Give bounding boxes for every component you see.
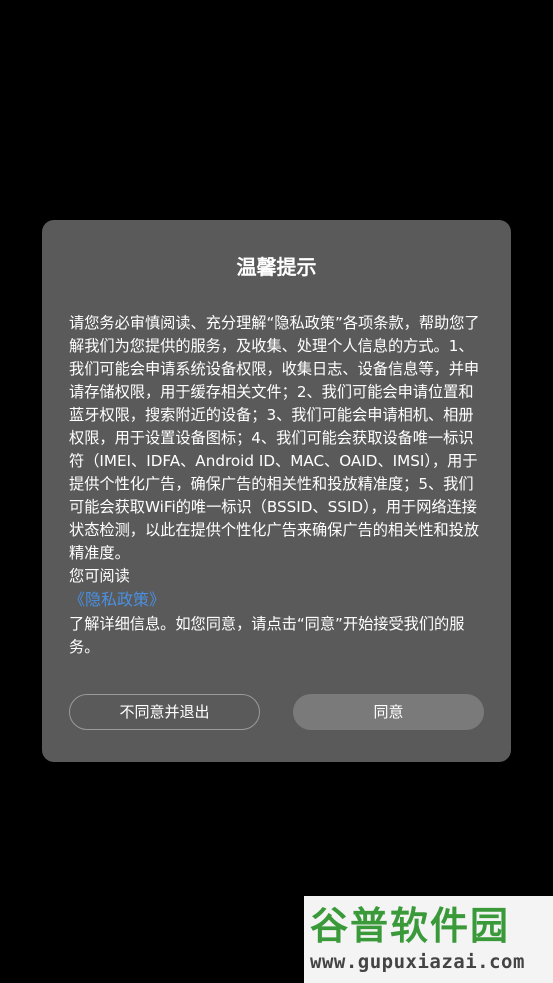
privacy-policy-link[interactable]: 《隐私政策》 — [69, 588, 484, 611]
watermark-url: www.gupuxiazai.com — [310, 951, 525, 973]
accept-button[interactable]: 同意 — [293, 694, 484, 730]
dialog-body: 请您务必审慎阅读、充分理解“隐私政策”各项条款，帮助您了解我们为您提供的服务，及… — [69, 312, 484, 659]
read-prompt-text: 您可阅读 — [69, 567, 130, 585]
privacy-intro-text: 请您务必审慎阅读、充分理解“隐私政策”各项条款，帮助您了解我们为您提供的服务，及… — [69, 314, 480, 562]
screen: 温馨提示 请您务必审慎阅读、充分理解“隐私政策”各项条款，帮助您了解我们为您提供… — [0, 0, 553, 983]
decline-exit-button[interactable]: 不同意并退出 — [69, 694, 260, 730]
outro-text: 了解详细信息。如您同意，请点击“同意”开始接受我们的服务。 — [69, 615, 465, 656]
watermark: 谷普软件园 www.gupuxiazai.com — [304, 896, 553, 983]
dialog-title: 温馨提示 — [236, 255, 317, 279]
watermark-logo: 谷普软件园 — [310, 904, 511, 948]
dialog-buttons: 不同意并退出 同意 — [69, 694, 484, 730]
privacy-dialog: 温馨提示 请您务必审慎阅读、充分理解“隐私政策”各项条款，帮助您了解我们为您提供… — [42, 220, 511, 762]
